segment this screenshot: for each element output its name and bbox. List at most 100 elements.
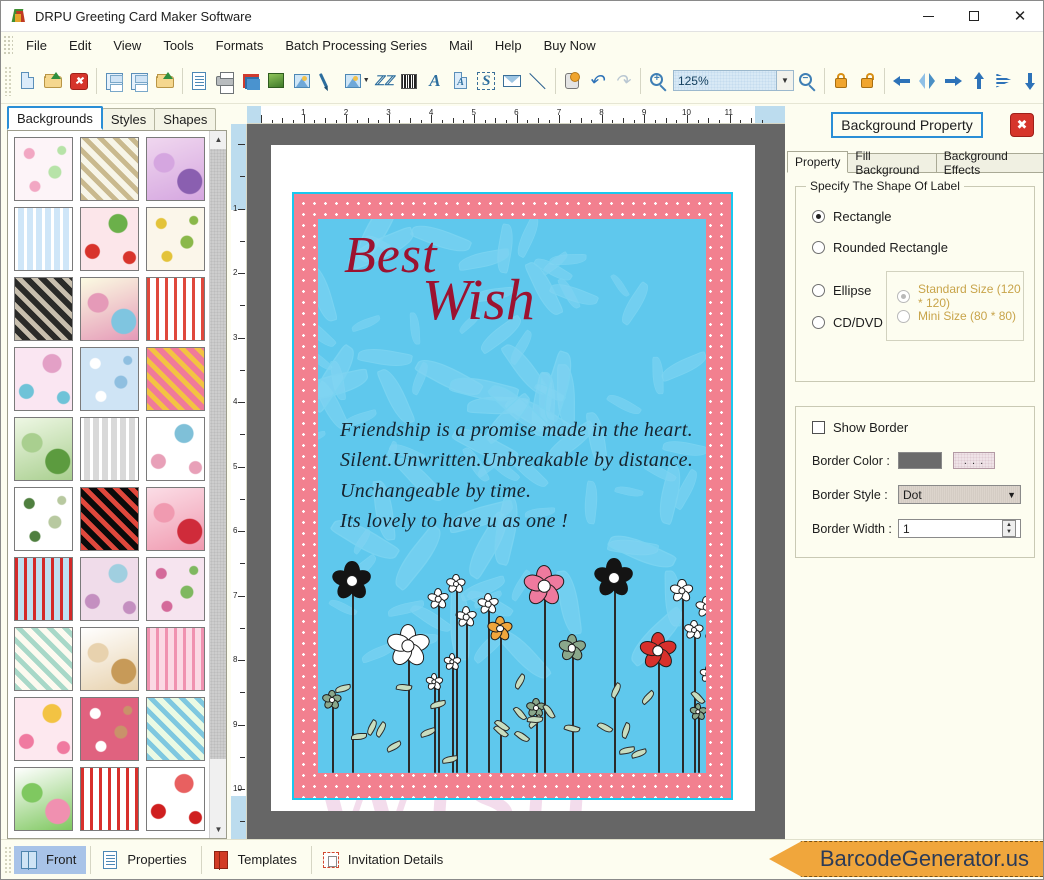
background-thumbnail[interactable] xyxy=(80,487,139,551)
tab-shapes[interactable]: Shapes xyxy=(154,108,217,130)
background-thumbnail[interactable] xyxy=(146,557,205,621)
flip-horizontal-button[interactable] xyxy=(915,66,939,96)
background-thumbnail[interactable] xyxy=(80,277,139,341)
background-thumbnail[interactable] xyxy=(80,137,139,201)
menu-batch-processing-series[interactable]: Batch Processing Series xyxy=(274,35,438,56)
background-thumbnail[interactable] xyxy=(146,137,205,201)
align-right-button[interactable] xyxy=(941,66,965,96)
zoom-out-button[interactable]: − xyxy=(795,66,819,96)
toolbar-grip[interactable] xyxy=(4,65,11,96)
background-thumbnail-list[interactable]: ▲ ▼ xyxy=(7,130,227,839)
close-document-button[interactable] xyxy=(67,66,91,96)
align-top-button[interactable] xyxy=(967,66,991,96)
tab-styles[interactable]: Styles xyxy=(101,108,156,130)
background-thumbnail[interactable] xyxy=(14,557,73,621)
statusbar-item-front[interactable]: Front xyxy=(14,845,87,874)
menu-file[interactable]: File xyxy=(15,35,58,56)
background-thumbnail[interactable] xyxy=(146,767,205,831)
statusbar-item-templates[interactable]: Templates xyxy=(206,846,307,874)
background-thumbnail[interactable] xyxy=(14,347,73,411)
radio-rectangle[interactable]: Rectangle xyxy=(812,209,892,224)
thumbnail-scrollbar[interactable]: ▲ ▼ xyxy=(209,131,226,838)
background-thumbnail[interactable] xyxy=(146,487,205,551)
border-width-input[interactable]: 1 ▲ ▼ xyxy=(898,519,1021,538)
minimize-button[interactable] xyxy=(905,1,951,32)
radio-ellipse[interactable]: Ellipse xyxy=(812,283,871,298)
menu-buy-now[interactable]: Buy Now xyxy=(533,35,607,56)
zoom-combobox[interactable]: 125% ▼ xyxy=(672,70,794,91)
watermark-button[interactable]: ℤℤ xyxy=(372,66,396,96)
maximize-button[interactable] xyxy=(951,1,997,32)
lock-button[interactable] xyxy=(829,66,853,96)
background-thumbnail[interactable] xyxy=(146,277,205,341)
background-thumbnail[interactable] xyxy=(14,417,73,481)
radio-standard-size[interactable]: Standard Size (120 * 120) xyxy=(897,282,1023,310)
background-thumbnail[interactable] xyxy=(80,767,139,831)
pen-button[interactable] xyxy=(316,66,340,96)
scroll-up-icon[interactable]: ▲ xyxy=(210,131,226,148)
new-document-button[interactable] xyxy=(16,66,40,96)
border-width-stepper[interactable]: ▲ ▼ xyxy=(1002,520,1016,537)
align-left-button[interactable] xyxy=(890,66,914,96)
align-bottom-button[interactable] xyxy=(1018,66,1042,96)
save-button[interactable] xyxy=(102,66,126,96)
scroll-down-icon[interactable]: ▼ xyxy=(210,821,226,838)
text-page-button[interactable]: A xyxy=(449,66,473,96)
background-thumbnail[interactable] xyxy=(14,697,73,761)
barcode-button[interactable] xyxy=(397,66,421,96)
insert-picture-button[interactable] xyxy=(290,66,314,96)
flip-vertical-button[interactable] xyxy=(992,66,1016,96)
background-thumbnail[interactable] xyxy=(14,137,73,201)
redo-button[interactable]: ↷ xyxy=(612,66,636,96)
tab-property[interactable]: Property xyxy=(787,151,849,173)
card-page[interactable]: Wish Best Wish Friendship is a promise m… xyxy=(271,145,755,811)
zoom-in-button[interactable]: + xyxy=(646,66,670,96)
zoom-value[interactable]: 125% xyxy=(672,70,777,91)
background-thumbnail[interactable] xyxy=(80,557,139,621)
print-button[interactable] xyxy=(213,66,237,96)
background-thumbnail[interactable] xyxy=(14,277,73,341)
design-canvas[interactable]: Wish Best Wish Friendship is a promise m… xyxy=(247,124,785,839)
background-thumbnail[interactable] xyxy=(80,697,139,761)
radio-cd-dvd[interactable]: CD/DVD xyxy=(812,315,883,330)
card-message[interactable]: Friendship is a promise made in the hear… xyxy=(340,415,698,537)
save-as-button[interactable] xyxy=(127,66,151,96)
text-button[interactable]: A xyxy=(423,66,447,96)
undo-button[interactable]: ↶ xyxy=(586,66,610,96)
background-thumbnail[interactable] xyxy=(146,207,205,271)
close-panel-icon[interactable]: ✖ xyxy=(1010,113,1034,137)
chevron-down-icon[interactable]: ▼ xyxy=(776,70,794,91)
card-inner-area[interactable]: Best Wish Friendship is a promise made i… xyxy=(318,219,706,773)
menu-help[interactable]: Help xyxy=(484,35,533,56)
menu-mail[interactable]: Mail xyxy=(438,35,484,56)
background-thumbnail[interactable] xyxy=(14,767,73,831)
line-button[interactable] xyxy=(526,66,550,96)
background-thumbnail[interactable] xyxy=(146,347,205,411)
background-thumbnail[interactable] xyxy=(80,347,139,411)
radio-rounded-rectangle[interactable]: Rounded Rectangle xyxy=(812,240,948,255)
print-preview-button[interactable] xyxy=(188,66,212,96)
menu-formats[interactable]: Formats xyxy=(205,35,275,56)
menu-view[interactable]: View xyxy=(102,35,152,56)
shape-button[interactable]: ▼ xyxy=(342,66,370,96)
card-title[interactable]: Best Wish xyxy=(344,230,706,329)
scrollbar-thumb[interactable] xyxy=(210,149,226,759)
statusbar-grip[interactable] xyxy=(4,845,12,874)
background-thumbnail[interactable] xyxy=(14,487,73,551)
tab-background-effects[interactable]: Background Effects xyxy=(935,149,1043,177)
menu-edit[interactable]: Edit xyxy=(58,35,102,56)
statusbar-item-properties[interactable]: Properties xyxy=(95,846,196,874)
background-thumbnail[interactable] xyxy=(80,627,139,691)
database-button[interactable] xyxy=(560,66,584,96)
close-button[interactable]: ✕ xyxy=(997,1,1043,32)
stepper-up-icon[interactable]: ▲ xyxy=(1003,521,1015,529)
background-thumbnail[interactable] xyxy=(146,417,205,481)
export-button[interactable] xyxy=(153,66,177,96)
radio-mini-size[interactable]: Mini Size (80 * 80) xyxy=(897,309,1016,323)
paint-button[interactable] xyxy=(265,66,289,96)
statusbar-item-invitation-details[interactable]: Invitation Details xyxy=(316,846,453,874)
background-thumbnail[interactable] xyxy=(14,627,73,691)
layers-button[interactable] xyxy=(239,66,263,96)
background-thumbnail[interactable] xyxy=(80,417,139,481)
open-button[interactable] xyxy=(41,66,65,96)
